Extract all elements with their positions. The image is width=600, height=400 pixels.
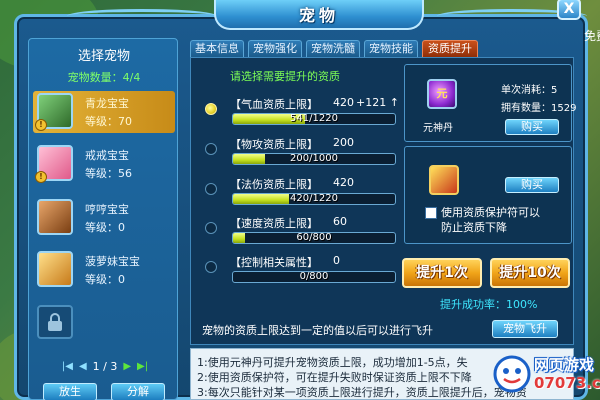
- yuanshen-pill-icon: 元: [427, 79, 457, 109]
- stat-row[interactable]: 【气血资质上限】 420 +121 ↑ 541/1220: [196, 94, 399, 134]
- locked-pet-slot[interactable]: [37, 305, 73, 339]
- pet-name: 青龙宝宝: [85, 97, 129, 110]
- stat-row[interactable]: 【控制相关属性】 0 0/800: [196, 252, 398, 292]
- pet-select-title: 选择宠物: [77, 49, 130, 64]
- window-title-bar: 宠物: [214, 0, 424, 30]
- stat-radio[interactable]: [205, 222, 217, 234]
- lock-icon: [48, 313, 62, 331]
- pet-row[interactable]: 菠萝妹宝宝 等级：0: [33, 249, 175, 291]
- stat-label: 【法伤资质上限】: [230, 178, 318, 191]
- window-title: 宠物: [298, 6, 339, 25]
- pet-level: 等级：70: [85, 115, 132, 128]
- pet-avatar: [37, 251, 73, 287]
- stat-radio[interactable]: [205, 103, 217, 115]
- stat-value: 420: [333, 96, 354, 109]
- page-indicator: 1 / 3: [92, 359, 118, 373]
- stat-value: 200: [333, 136, 354, 149]
- stat-value: 420: [333, 176, 354, 189]
- note-line: 3:每次只能针对某一项资质上限进行提升，资质上限提升后，宠物资: [197, 386, 527, 399]
- pet-avatar: !: [35, 93, 73, 131]
- badge-icon: !: [35, 171, 47, 183]
- pet-pager: |◀ ◀ 1 / 3 ▶ ▶|: [49, 359, 161, 373]
- pet-row[interactable]: ! 戒戒宝宝 等级：56: [33, 143, 175, 185]
- decompose-button[interactable]: 分解: [111, 383, 165, 400]
- stat-label: 【速度资质上限】: [230, 217, 318, 230]
- upgrade-ten-button[interactable]: 提升10次: [490, 258, 570, 288]
- tab-enhance[interactable]: 宠物强化: [248, 40, 302, 57]
- fly-hint: 宠物的资质上限达到一定的值以后可以进行飞升: [202, 324, 433, 337]
- tab-basic-info[interactable]: 基本信息: [190, 40, 244, 57]
- note-line: 1:使用元神丹可提升宠物资质上限，成功增加1-5点，失: [197, 356, 468, 369]
- stat-label: 【气血资质上限】: [230, 98, 318, 111]
- watermark-line1: 网页游戏: [534, 356, 595, 374]
- aptitude-progress-text: 420/1220: [290, 193, 338, 204]
- pet-count: 宠物数量：4/4: [67, 71, 141, 84]
- aptitude-progress-bar: 0/800: [232, 271, 396, 283]
- release-button[interactable]: 放生: [43, 383, 97, 400]
- last-page-icon[interactable]: ▶|: [137, 361, 148, 372]
- item-per-use: 单次消耗：5: [501, 85, 558, 96]
- tab-aptitude-up[interactable]: 资质提升: [422, 40, 478, 57]
- stat-row[interactable]: 【物攻资质上限】 200 200/1000: [196, 134, 398, 174]
- stat-row[interactable]: 【速度资质上限】 60 60/800: [196, 213, 398, 253]
- aptitude-progress-bar: 60/800: [232, 232, 396, 244]
- stat-radio[interactable]: [205, 143, 217, 155]
- side-text: 免费: [584, 29, 600, 43]
- stat-label: 【控制相关属性】: [230, 256, 318, 269]
- aptitude-progress-bar: 420/1220: [232, 193, 396, 205]
- tab-wash[interactable]: 宠物洗髓: [306, 40, 360, 57]
- stat-header: 请选择需要提升的资质: [230, 70, 340, 83]
- stat-label: 【物攻资质上限】: [230, 138, 318, 151]
- frame-ornament: [67, 9, 217, 23]
- pet-fly-button[interactable]: 宠物飞升: [492, 320, 558, 338]
- item-name: 元神丹: [423, 123, 453, 134]
- close-icon: X: [563, 1, 575, 17]
- pet-row[interactable]: ! 青龙宝宝 等级：70: [33, 91, 175, 133]
- aptitude-progress-text: 0/800: [299, 271, 329, 282]
- use-protection-checkbox[interactable]: [425, 207, 437, 219]
- stat-radio[interactable]: [205, 261, 217, 273]
- aptitude-progress-bar: 200/1000: [232, 153, 396, 165]
- protection-charm-icon: [429, 165, 459, 195]
- pet-level: 等级：56: [85, 167, 132, 180]
- pet-avatar: !: [35, 145, 73, 183]
- pet-level: 等级：0: [85, 221, 125, 234]
- watermark-line2: 07073.com: [534, 374, 600, 392]
- item-owned: 拥有数量：1529: [501, 103, 577, 114]
- first-page-icon[interactable]: |◀: [62, 361, 73, 372]
- buy-charm-button[interactable]: 购买: [505, 177, 559, 193]
- stat-row[interactable]: 【法伤资质上限】 420 420/1220: [196, 174, 398, 214]
- stat-bonus: +121 ↑: [356, 96, 399, 109]
- success-rate: 提升成功率：100%: [440, 298, 538, 311]
- site-watermark: 网页游戏 07073.com: [490, 352, 600, 398]
- stat-value: 0: [333, 254, 340, 267]
- pet-avatar: [37, 199, 73, 235]
- protect-box: 购买 使用资质保护符可以 防止资质下降: [404, 146, 572, 244]
- close-button[interactable]: X: [557, 0, 581, 20]
- tab-skills[interactable]: 宠物技能: [364, 40, 418, 57]
- pet-name: 菠萝妹宝宝: [85, 255, 140, 268]
- stat-value: 60: [333, 215, 347, 228]
- pet-name: 戒戒宝宝: [85, 149, 129, 162]
- protect-text: 使用资质保护符可以 防止资质下降: [441, 206, 540, 234]
- watermark-logo-icon: [493, 355, 531, 393]
- next-page-icon[interactable]: ▶: [123, 361, 131, 372]
- aptitude-progress-text: 541/1220: [290, 113, 338, 124]
- pet-select-panel: 选择宠物 宠物数量：4/4 ! 青龙宝宝 等级：70 ! 戒戒宝宝 等级：56 …: [28, 38, 178, 400]
- upgrade-once-button[interactable]: 提升1次: [402, 258, 482, 288]
- pet-level: 等级：0: [85, 273, 125, 286]
- buy-pill-button[interactable]: 购买: [505, 119, 559, 135]
- note-line: 2:使用资质保护符，可在提升失败时保证资质上限不下降: [197, 371, 472, 384]
- aptitude-progress-text: 60/800: [296, 232, 332, 243]
- badge-icon: !: [35, 119, 47, 131]
- aptitude-progress-text: 200/1000: [290, 153, 338, 164]
- prev-page-icon[interactable]: ◀: [79, 361, 87, 372]
- pet-row[interactable]: 哼哼宝宝 等级：0: [33, 197, 175, 239]
- pet-name: 哼哼宝宝: [85, 203, 129, 216]
- stat-radio[interactable]: [205, 183, 217, 195]
- item-box: 元 元神丹 单次消耗：5 拥有数量：1529 购买: [404, 64, 576, 142]
- aptitude-progress-bar: 541/1220: [232, 113, 396, 125]
